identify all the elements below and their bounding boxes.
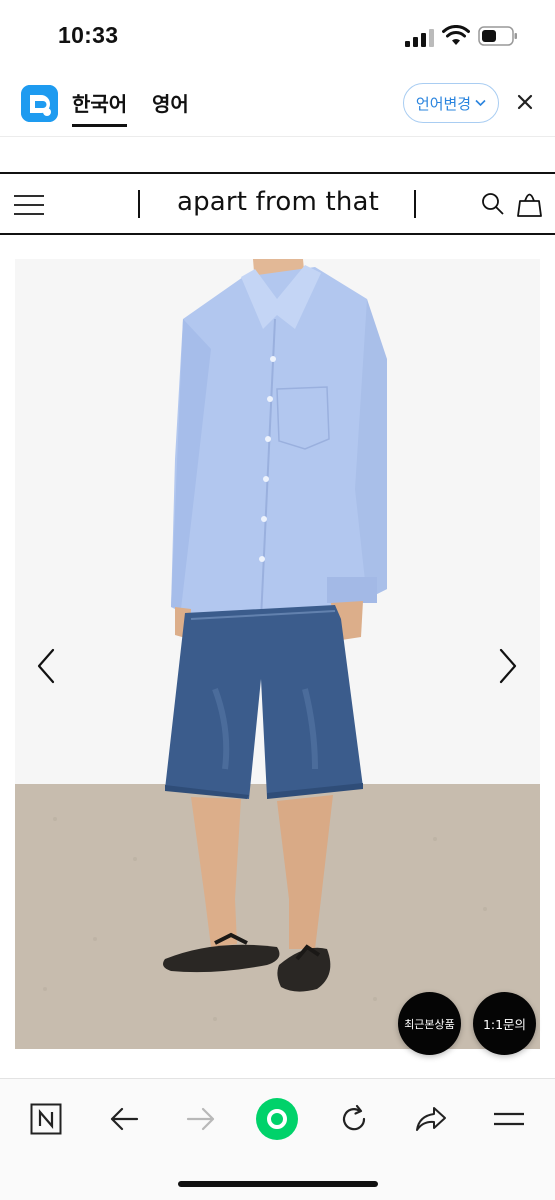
home-dot-icon bbox=[256, 1098, 298, 1140]
product-photo-illustration bbox=[15, 259, 540, 1049]
wifi-icon bbox=[442, 25, 470, 45]
back-arrow-icon bbox=[110, 1107, 139, 1131]
translator-app-logo-icon bbox=[21, 85, 58, 122]
forward-arrow-icon bbox=[186, 1107, 215, 1131]
change-language-button[interactable]: 언어변경 bbox=[403, 83, 499, 123]
one-on-one-inquiry-button[interactable]: 1:1문의 bbox=[473, 992, 536, 1055]
status-time: 10:33 bbox=[58, 22, 119, 48]
carousel-next-chevron-icon[interactable] bbox=[495, 646, 521, 686]
search-icon[interactable] bbox=[481, 192, 505, 216]
hamburger-menu-icon[interactable] bbox=[13, 193, 45, 217]
status-bar: 10:33 bbox=[0, 0, 555, 75]
shirt-icon bbox=[171, 265, 387, 620]
home-indicator bbox=[178, 1181, 378, 1187]
cellular-signal-icon bbox=[405, 29, 434, 47]
naver-n-icon bbox=[30, 1103, 62, 1135]
chevron-down-icon bbox=[475, 99, 486, 107]
share-icon bbox=[416, 1107, 446, 1131]
share-button[interactable] bbox=[407, 1097, 455, 1141]
home-button[interactable] bbox=[253, 1097, 301, 1141]
product-image[interactable] bbox=[15, 259, 540, 1049]
header-divider-left bbox=[138, 190, 140, 218]
menu-icon bbox=[494, 1112, 524, 1126]
header-divider-right bbox=[414, 190, 416, 218]
menu-button[interactable] bbox=[485, 1097, 533, 1141]
carousel-prev-chevron-icon[interactable] bbox=[33, 646, 59, 686]
forward-button[interactable] bbox=[177, 1097, 225, 1141]
shopping-bag-icon[interactable] bbox=[517, 191, 542, 217]
recently-viewed-button[interactable]: 최근본상품 bbox=[398, 992, 461, 1055]
brand-name[interactable]: apart from that bbox=[148, 187, 408, 217]
battery-icon bbox=[478, 26, 517, 46]
browser-toolbar bbox=[0, 1078, 555, 1200]
tab-english[interactable]: 영어 bbox=[152, 88, 189, 117]
reload-button[interactable] bbox=[330, 1097, 378, 1141]
translate-bar: 한국어 영어 언어변경 bbox=[0, 75, 555, 137]
reload-icon bbox=[342, 1104, 366, 1131]
close-icon[interactable] bbox=[514, 91, 536, 113]
change-language-label: 언어변경 bbox=[415, 94, 472, 113]
site-header: apart from that bbox=[0, 172, 555, 235]
naver-n-button[interactable] bbox=[22, 1097, 70, 1141]
tab-korean[interactable]: 한국어 bbox=[72, 88, 128, 127]
back-button[interactable] bbox=[100, 1097, 148, 1141]
